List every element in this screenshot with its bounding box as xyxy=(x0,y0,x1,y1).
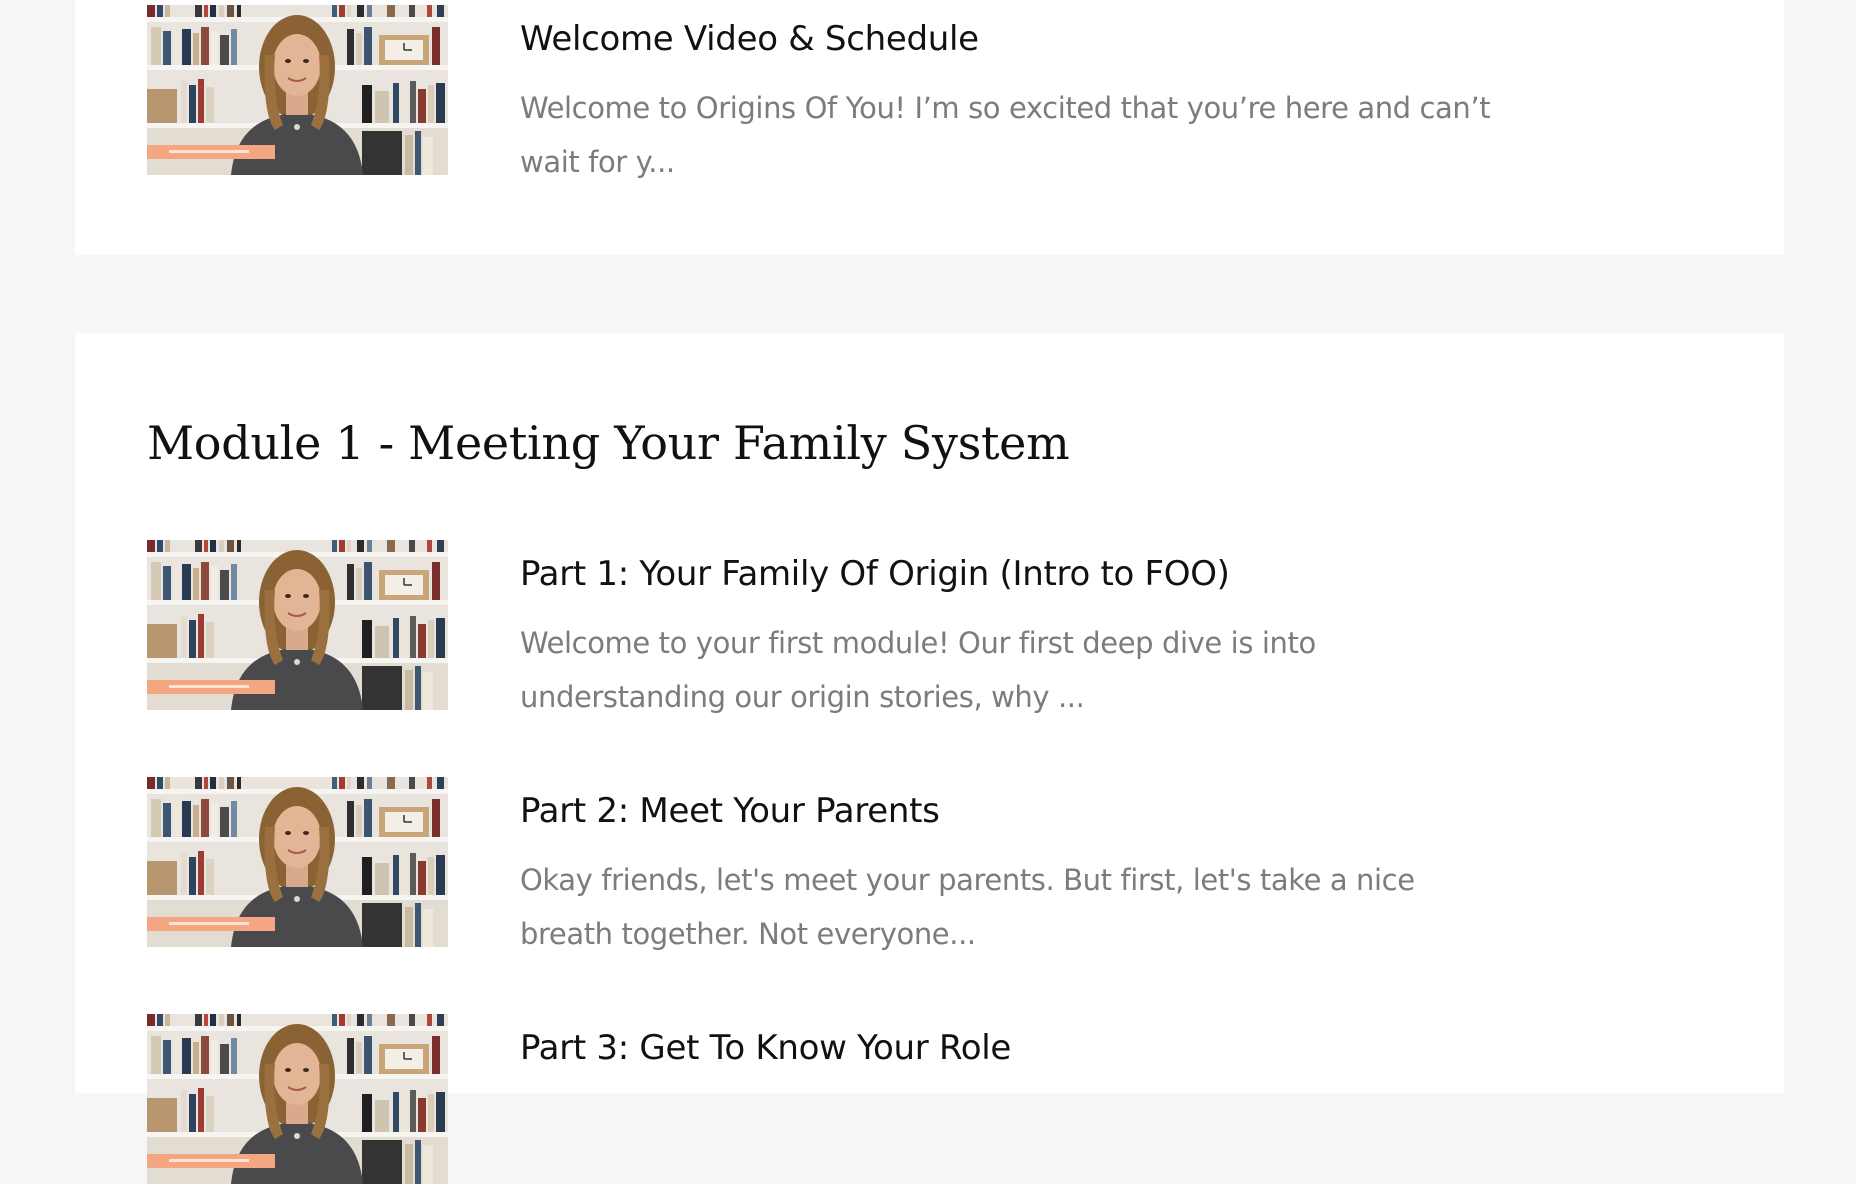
lesson-title[interactable]: Part 1: Your Family Of Origin (Intro to … xyxy=(520,554,1230,594)
lesson-description: Okay friends, let's meet your parents. B… xyxy=(520,863,1415,951)
lesson-item[interactable]: Welcome Video & Schedule Welcome to Orig… xyxy=(147,5,1627,179)
lesson-description: Welcome to your first module! Our first … xyxy=(520,626,1316,714)
lesson-item[interactable]: Part 3: Get To Know Your Role xyxy=(147,1014,1627,1184)
lesson-title[interactable]: Part 3: Get To Know Your Role xyxy=(520,1028,1011,1068)
lesson-title[interactable]: Welcome Video & Schedule xyxy=(520,19,979,59)
lesson-description: Welcome to Origins Of You! I’m so excite… xyxy=(520,91,1491,179)
lesson-thumbnail[interactable] xyxy=(147,5,448,175)
lesson-title[interactable]: Part 2: Meet Your Parents xyxy=(520,791,940,831)
lesson-item[interactable]: Part 2: Meet Your Parents Okay friends, … xyxy=(147,777,1627,951)
module-card: Module 1 - Meeting Your Family System Pa… xyxy=(75,333,1784,1184)
module-title: Module 1 - Meeting Your Family System xyxy=(147,416,1070,470)
intro-card: Welcome Video & Schedule Welcome to Orig… xyxy=(75,0,1784,255)
lesson-thumbnail[interactable] xyxy=(147,777,448,947)
lesson-item[interactable]: Part 1: Your Family Of Origin (Intro to … xyxy=(147,540,1627,714)
lesson-thumbnail[interactable] xyxy=(147,540,448,710)
lesson-thumbnail[interactable] xyxy=(147,1014,448,1184)
